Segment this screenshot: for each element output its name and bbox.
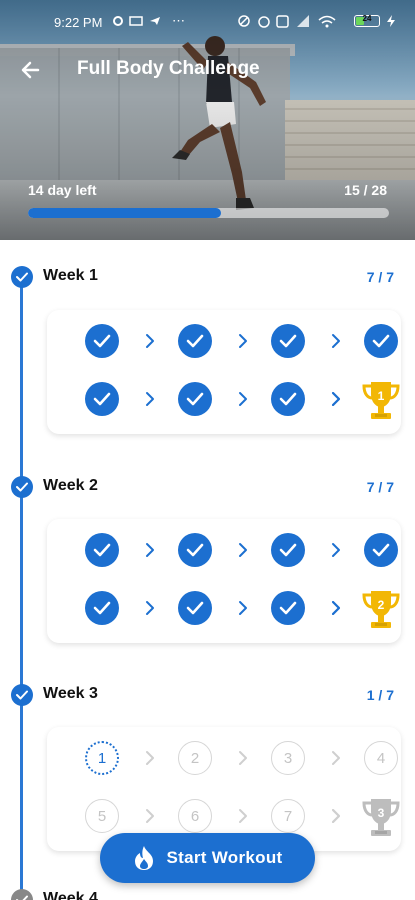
day-3-button[interactable]: 3: [271, 741, 305, 775]
week-days-card: 1: [47, 310, 401, 434]
day-3-button[interactable]: [271, 533, 305, 567]
chevron-right-icon: [144, 808, 156, 824]
week-label: Week 4: [43, 890, 98, 900]
days-row: 2: [66, 591, 400, 628]
chevron-right-icon: [144, 542, 156, 558]
day-5-button[interactable]: [85, 591, 119, 625]
progress-count: 15 / 28: [344, 182, 387, 198]
days-row: [66, 324, 398, 360]
day-6-button[interactable]: [178, 382, 212, 416]
chevron-right-icon: [237, 391, 249, 407]
days-row: 1: [66, 382, 400, 419]
day-6-button[interactable]: [178, 591, 212, 625]
week-status-dot: [11, 684, 33, 706]
week-status-dot: [11, 476, 33, 498]
week-progress-count: 7 / 7: [366, 479, 394, 495]
day-3-button[interactable]: [271, 324, 305, 358]
chevron-right-icon: [330, 600, 342, 616]
battery-icon: 24: [354, 14, 380, 27]
chevron-right-icon: [237, 750, 249, 766]
more-icon: ⋯: [172, 13, 185, 28]
chevron-right-icon: [144, 333, 156, 349]
chevron-right-icon: [144, 750, 156, 766]
week-days-card: 2: [47, 519, 401, 643]
flame-icon: [134, 846, 153, 870]
week-label: Week 2: [43, 477, 98, 494]
status-time: 9:22 PM: [54, 15, 103, 30]
start-workout-button[interactable]: Start Workout: [100, 833, 315, 883]
system-icons: 24: [237, 14, 395, 28]
chevron-right-icon: [330, 542, 342, 558]
chevron-right-icon: [237, 333, 249, 349]
week-progress-count: 7 / 7: [366, 269, 394, 285]
chevron-right-icon: [237, 600, 249, 616]
day-5-button[interactable]: [85, 382, 119, 416]
trophy-number: 2: [377, 598, 385, 612]
day-1-button[interactable]: [85, 533, 119, 567]
trophy-icon[interactable]: 1: [361, 378, 401, 422]
day-7-button[interactable]: [271, 591, 305, 625]
status-bar: 9:22 PM ⋯ 24: [0, 0, 415, 44]
chevron-right-icon: [237, 808, 249, 824]
chevron-right-icon: [330, 391, 342, 407]
trophy-icon[interactable]: 3: [361, 795, 401, 839]
timeline-line: [20, 276, 23, 900]
week-label: Week 3: [43, 685, 98, 702]
chevron-right-icon: [144, 600, 156, 616]
back-arrow-icon[interactable]: [18, 56, 46, 84]
day-2-button[interactable]: 2: [178, 741, 212, 775]
progress-fill: [28, 208, 222, 218]
days-left-label: 14 day left: [28, 182, 97, 198]
day-1-button[interactable]: [85, 324, 119, 358]
chevron-right-icon: [330, 808, 342, 824]
challenge-progress-bar: [28, 208, 389, 218]
days-row: 1 2 3 4: [66, 741, 398, 777]
chevron-right-icon: [237, 542, 249, 558]
charging-icon: [387, 15, 395, 27]
system-status-icons: [238, 15, 336, 28]
day-4-button[interactable]: 4: [364, 741, 398, 775]
days-row: 5 6 7 3: [66, 799, 400, 836]
week-progress-count: 1 / 7: [366, 687, 394, 703]
days-row: [66, 533, 398, 569]
day-5-button[interactable]: 5: [85, 799, 119, 833]
chevron-right-icon: [330, 333, 342, 349]
day-7-button[interactable]: [271, 382, 305, 416]
day-2-button[interactable]: [178, 533, 212, 567]
week-status-dot: [11, 889, 33, 900]
trophy-icon[interactable]: 2: [361, 587, 401, 631]
day-4-button[interactable]: [364, 533, 398, 567]
challenge-header: 9:22 PM ⋯ 24 Full Body Challenge 14 day …: [0, 0, 415, 240]
day-7-button[interactable]: 7: [271, 799, 305, 833]
trophy-number: 1: [377, 389, 385, 403]
chevron-right-icon: [144, 391, 156, 407]
day-2-button[interactable]: [178, 324, 212, 358]
chevron-right-icon: [330, 750, 342, 766]
week-status-dot: [11, 266, 33, 288]
week-label: Week 1: [43, 267, 98, 284]
day-4-button[interactable]: [364, 324, 398, 358]
start-workout-label: Start Workout: [166, 848, 283, 867]
page-title: Full Body Challenge: [77, 58, 260, 79]
day-6-button[interactable]: 6: [178, 799, 212, 833]
trophy-number: 3: [377, 806, 385, 820]
day-1-button[interactable]: 1: [85, 741, 119, 775]
